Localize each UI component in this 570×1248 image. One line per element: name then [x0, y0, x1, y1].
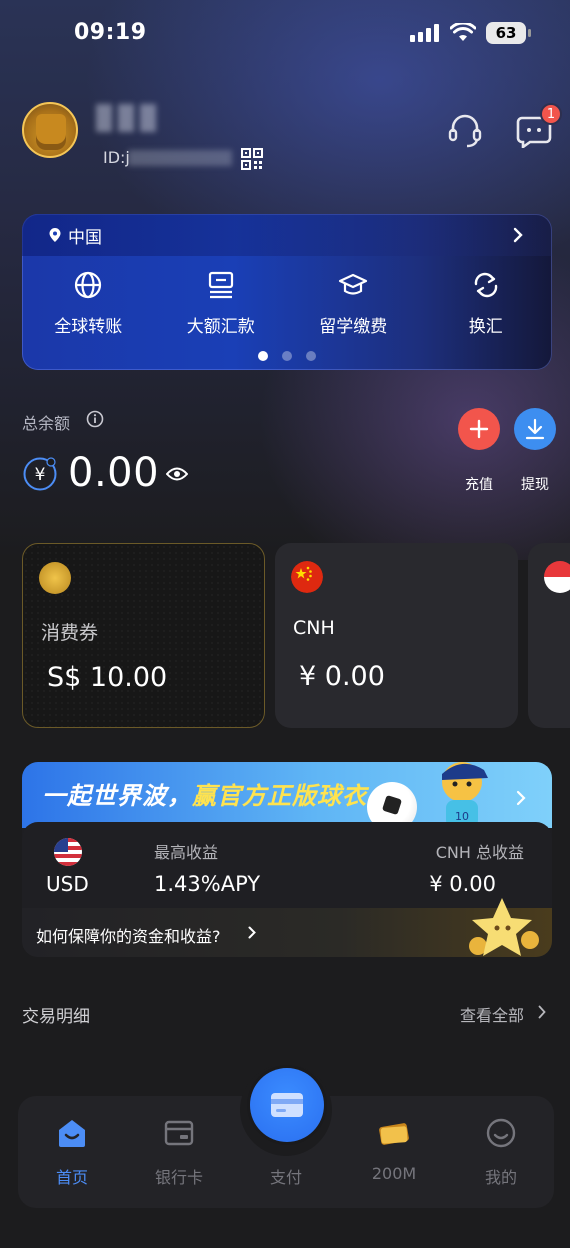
- download-icon: [525, 418, 545, 440]
- promo-section[interactable]: 一起世界波，赢官方正版球衣 10 USD 最高收益 1.43%APY CNH 总…: [22, 762, 552, 957]
- status-time: 09:19: [74, 20, 147, 45]
- large-remittance-icon: [208, 271, 233, 299]
- wallet-card-partial[interactable]: [528, 543, 570, 728]
- services-list: 全球转账 大额汇款 留学缴费 换汇: [22, 270, 552, 337]
- chevron-right-icon: [513, 227, 523, 243]
- nav-item-profile[interactable]: 我的: [451, 1116, 551, 1188]
- qr-code-icon[interactable]: [241, 148, 263, 170]
- withdraw-label[interactable]: 提现: [510, 474, 560, 494]
- transactions-title: 交易明细: [22, 1007, 90, 1027]
- pay-card-icon: [271, 1093, 303, 1117]
- nav-label: 支付: [269, 1168, 302, 1187]
- svg-text:¥: ¥: [35, 465, 46, 485]
- home-icon: [59, 1120, 85, 1147]
- service-exchange[interactable]: 换汇: [420, 270, 553, 337]
- nav-label: 我的: [484, 1168, 517, 1187]
- services-card: 中国 全球转账 大额汇款 留学缴费 换汇: [22, 214, 552, 370]
- nav-label: 200M: [371, 1164, 417, 1183]
- singapore-flag-icon: [544, 561, 570, 593]
- nav-label: 首页: [55, 1168, 88, 1187]
- chevron-right-icon[interactable]: [538, 1005, 546, 1019]
- wifi-icon: [450, 23, 476, 41]
- pay-button[interactable]: [250, 1068, 324, 1142]
- plus-icon: [469, 419, 489, 439]
- total-balance-label: 总余额: [22, 414, 71, 433]
- nav-item-bank-card[interactable]: 银行卡: [129, 1116, 229, 1188]
- location-bar[interactable]: 中国: [22, 214, 552, 256]
- avatar[interactable]: [22, 102, 78, 158]
- currency-code: USD: [46, 872, 89, 896]
- wallet-name: CNH: [293, 617, 335, 639]
- user-id-blurred: [128, 150, 232, 166]
- fund-safety-link[interactable]: 如何保障你的资金和收益?: [22, 898, 552, 957]
- promo-title: 一起世界波，赢官方正版球衣: [42, 782, 367, 810]
- china-flag-icon: [291, 561, 323, 593]
- wallet-card-cnh[interactable]: CNH ¥ 0.00: [275, 543, 518, 728]
- avatar-image: [36, 114, 66, 150]
- service-label: 留学缴费: [319, 317, 388, 337]
- service-label: 全球转账: [54, 317, 123, 337]
- service-global-transfer[interactable]: 全球转账: [22, 270, 155, 337]
- exchange-icon: [474, 272, 497, 298]
- globe-icon: [75, 271, 102, 299]
- withdraw-button[interactable]: [514, 408, 556, 450]
- graduation-cap-icon: [339, 273, 368, 295]
- notification-badge: 1: [540, 103, 562, 125]
- gold-ticket-icon: [379, 1123, 409, 1145]
- signal-icon: [410, 24, 439, 42]
- voucher-icon: [39, 562, 71, 594]
- carousel-dot[interactable]: [282, 351, 292, 361]
- carousel-dot-active[interactable]: [258, 351, 268, 361]
- username-blurred: [96, 104, 192, 140]
- apy-value: 1.43%APY: [154, 872, 261, 896]
- nav-label: 银行卡: [154, 1168, 203, 1187]
- nav-item-home[interactable]: 首页: [22, 1116, 122, 1188]
- eye-icon[interactable]: [166, 466, 188, 482]
- location-label: 中国: [68, 227, 102, 248]
- bank-card-icon: [164, 1120, 194, 1146]
- status-icons: 63: [410, 22, 531, 44]
- service-label: 大额汇款: [186, 317, 255, 337]
- nav-item-200m[interactable]: 200M: [344, 1116, 444, 1183]
- service-large-remittance[interactable]: 大额汇款: [155, 270, 288, 337]
- carousel-dots[interactable]: [258, 351, 316, 361]
- fund-safety-text: 如何保障你的资金和收益?: [36, 927, 221, 946]
- promo-banner[interactable]: 一起世界波，赢官方正版球衣 10: [22, 762, 552, 832]
- recharge-label[interactable]: 充值: [454, 474, 504, 494]
- location-pin-icon: [49, 228, 61, 242]
- wallet-amount: S$ 10.00: [47, 662, 168, 693]
- service-tuition-payment[interactable]: 留学缴费: [287, 270, 420, 337]
- wallet-name: 消费券: [41, 622, 99, 644]
- customer-service-icon[interactable]: [446, 112, 484, 150]
- cnh-earnings-label: CNH 总收益: [435, 843, 524, 862]
- us-flag-icon: [54, 838, 82, 866]
- user-id-label: ID:j: [103, 148, 130, 167]
- profile-icon: [486, 1118, 516, 1148]
- mascot-icon: 10: [442, 762, 488, 828]
- battery-indicator: 63: [486, 22, 531, 44]
- wallet-card-voucher[interactable]: 消费券 S$ 10.00: [22, 543, 265, 728]
- service-label: 换汇: [468, 317, 503, 337]
- recharge-button[interactable]: [458, 408, 500, 450]
- view-all-link[interactable]: 查看全部: [460, 1002, 524, 1026]
- chevron-right-icon: [248, 926, 256, 939]
- cnh-earnings-value: ¥ 0.00: [429, 872, 496, 896]
- apy-label: 最高收益: [154, 843, 219, 862]
- yen-currency-icon[interactable]: ¥: [22, 456, 58, 492]
- total-balance-value: 0.00: [68, 450, 160, 496]
- wallet-amount: ¥ 0.00: [299, 661, 385, 692]
- chevron-right-icon: [516, 790, 526, 806]
- star-mascot-icon: [469, 898, 539, 956]
- info-icon[interactable]: [86, 410, 104, 428]
- carousel-dot[interactable]: [306, 351, 316, 361]
